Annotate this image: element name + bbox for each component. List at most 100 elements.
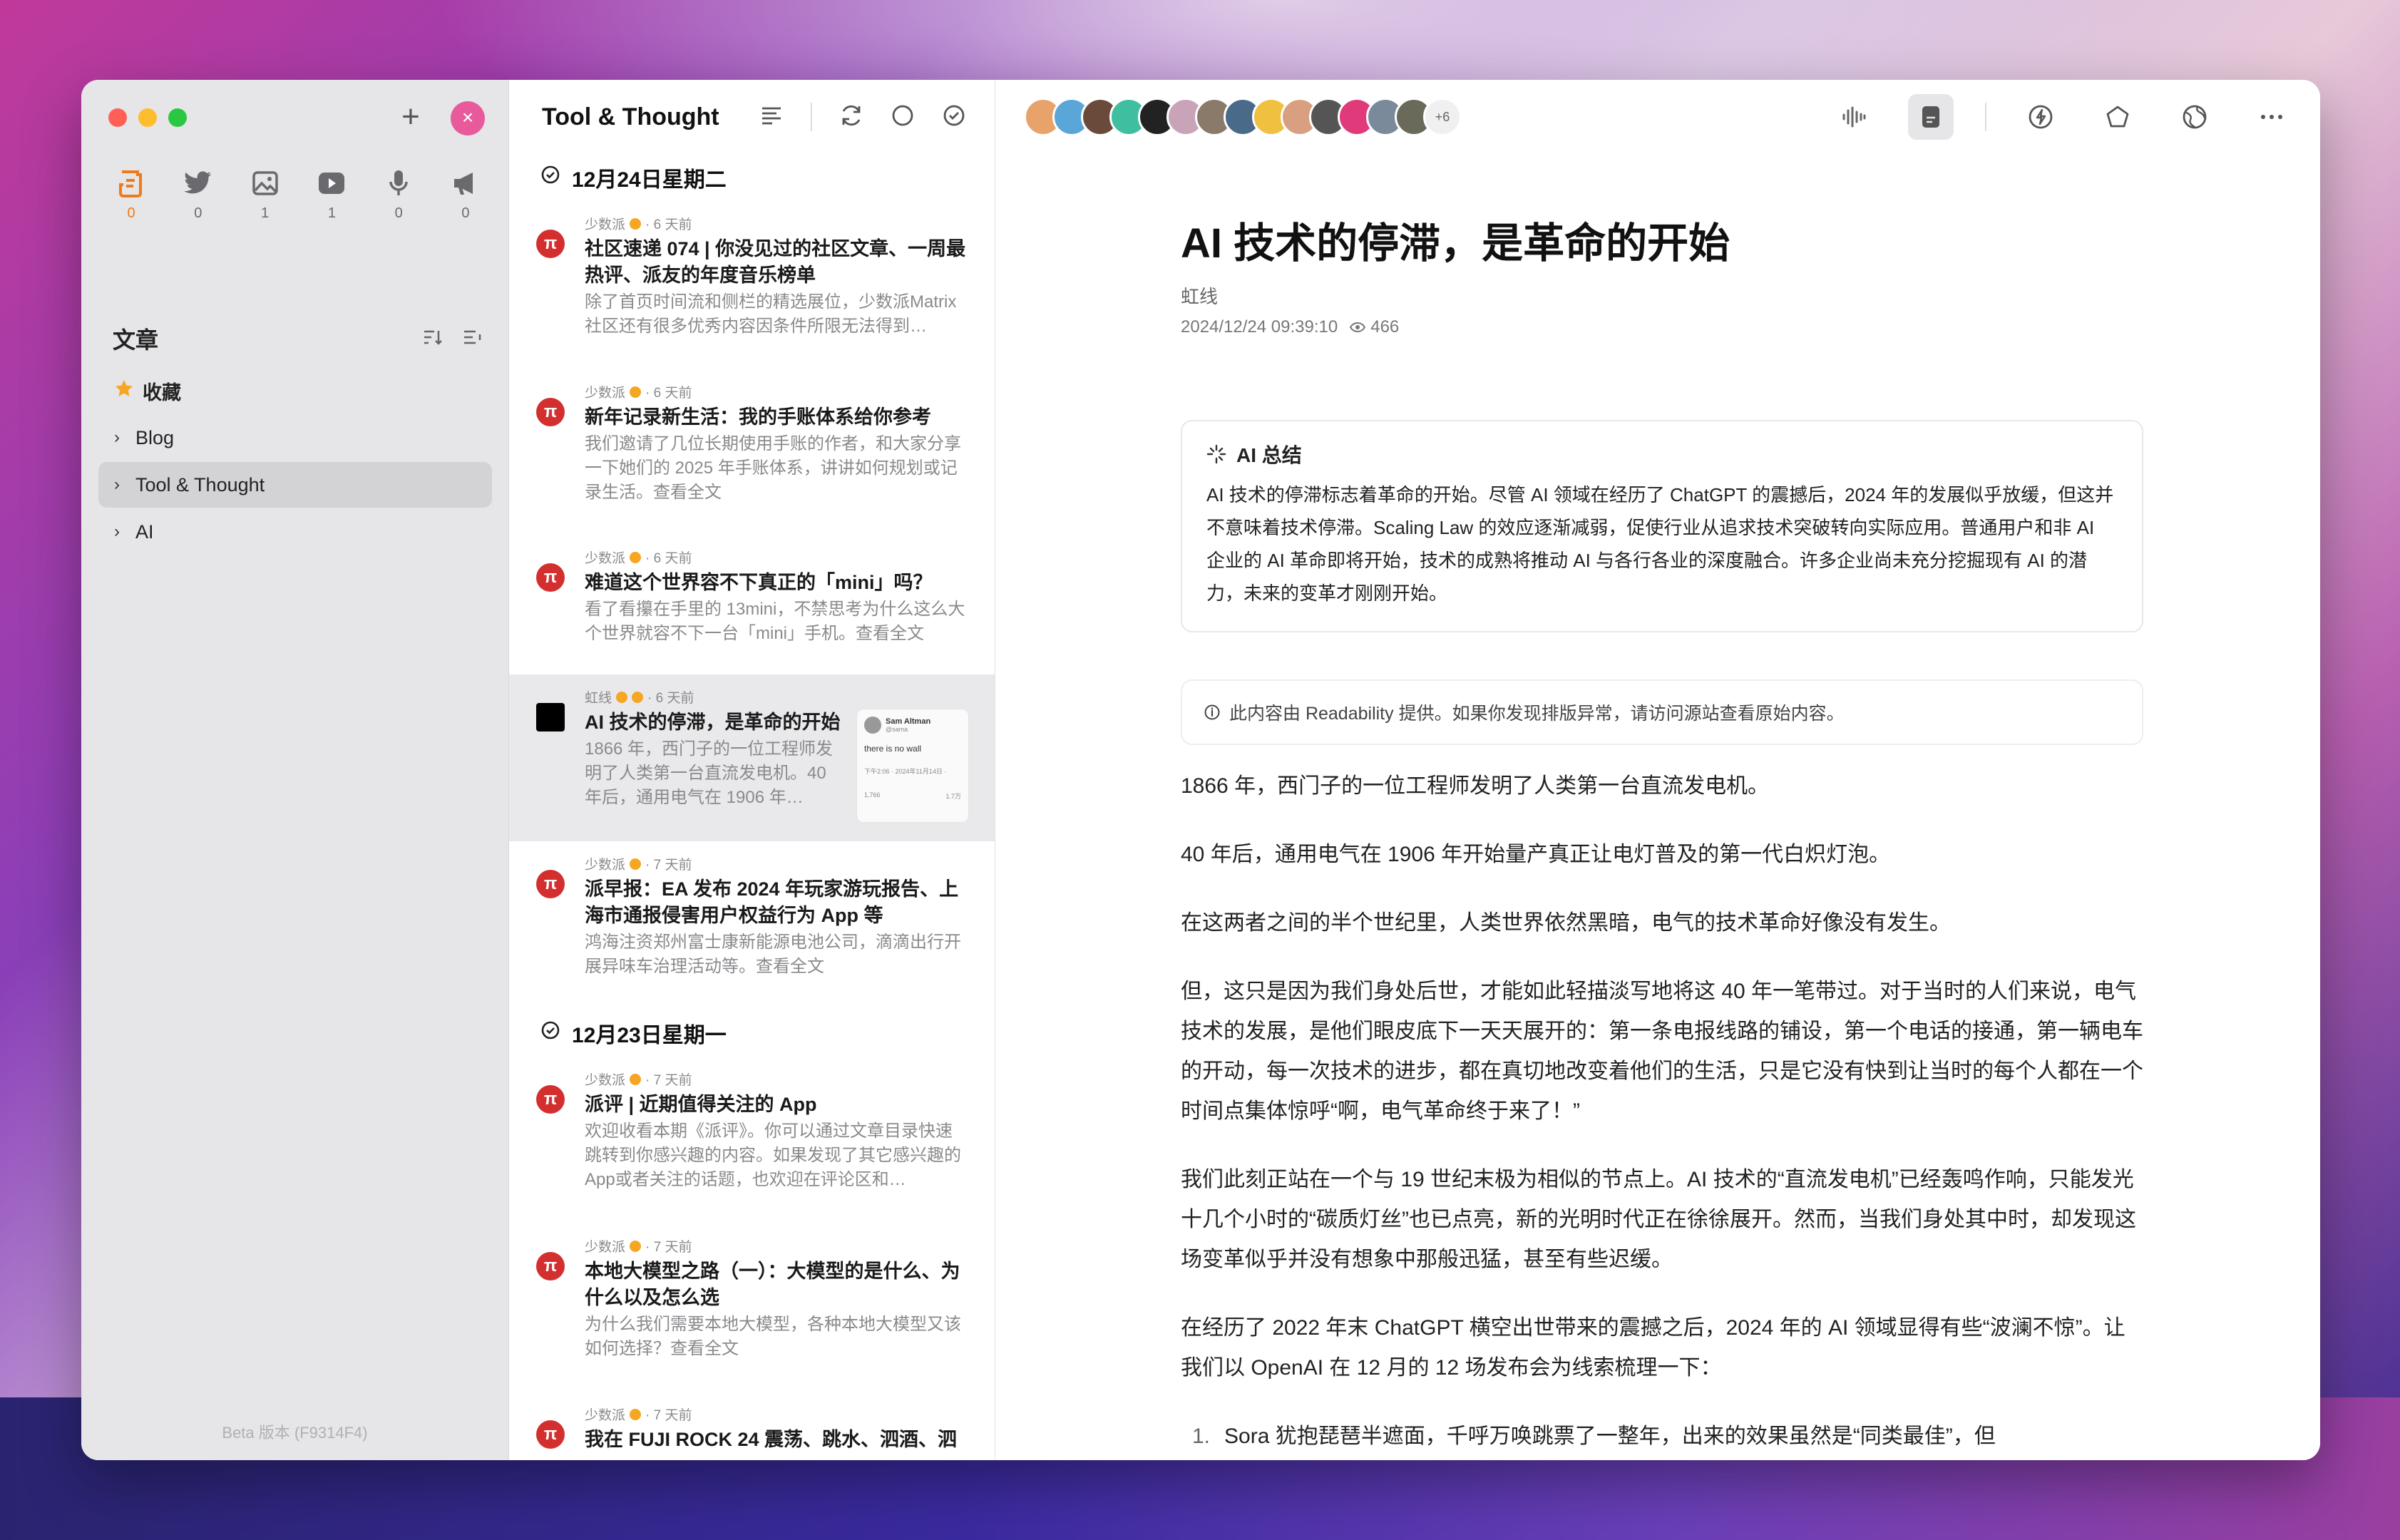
article-time: · 6 天前 bbox=[647, 691, 694, 706]
source-videos[interactable]: 1 bbox=[303, 165, 360, 222]
list-item[interactable]: π 少数派 · 7 天前 我在 FUJI ROCK 24 震荡、跳水、泗酒、泗 bbox=[509, 1392, 995, 1460]
article-heading: AI 技术的停滞，是革命的开始 bbox=[1181, 220, 1730, 267]
source-logo-icon: π bbox=[536, 1420, 565, 1449]
unread-filter-icon[interactable] bbox=[891, 103, 915, 131]
article-summary: 除了首页时间流和侧栏的精选展位，少数派Matrix社区还有很多优秀内容因条件所限… bbox=[585, 292, 957, 336]
close-window-button[interactable] bbox=[108, 108, 127, 127]
article-source: 少数派 bbox=[585, 386, 626, 401]
list-number: 1. bbox=[1192, 1424, 1211, 1448]
badge-icon bbox=[630, 1073, 642, 1085]
announcement-icon bbox=[437, 165, 494, 201]
star-button[interactable] bbox=[2095, 94, 2140, 140]
source-notifications[interactable]: 0 bbox=[437, 165, 494, 222]
article-author[interactable]: 虹线 bbox=[1181, 282, 2143, 309]
article-summary: 欢迎收看本期《派评》。你可以通过文章目录快速跳转到你感兴趣的内容。如果发现了其它… bbox=[585, 1121, 961, 1189]
article-time: · 6 天前 bbox=[645, 217, 692, 232]
source-count: 1 bbox=[261, 205, 270, 221]
sort-icon[interactable] bbox=[423, 329, 443, 349]
source-logo-icon bbox=[536, 703, 565, 732]
thumb-stat: 1,766 bbox=[864, 791, 881, 799]
filter-list-icon[interactable] bbox=[463, 329, 483, 349]
list-item[interactable]: π 少数派 · 7 天前 派早报：EA 发布 2024 年玩家游玩报告、上海市通报… bbox=[509, 841, 995, 1010]
badge-icon bbox=[630, 858, 642, 870]
article-time: · 7 天前 bbox=[645, 1240, 692, 1255]
source-articles[interactable]: 0 bbox=[103, 165, 160, 222]
source-count: 1 bbox=[327, 205, 336, 221]
thumb-handle: @sama bbox=[886, 726, 908, 733]
article-time: · 7 天前 bbox=[645, 1073, 692, 1088]
source-count: 0 bbox=[394, 205, 403, 221]
notice-text: 此内容由 Readability 提供。如果你发现排版异常，请访问源站查看原始内… bbox=[1229, 704, 1845, 724]
list-item: 1. Sora 犹抱琵琶半遮面，千呼万唤跳票了一整年，出来的效果虽然是“同类最佳… bbox=[1181, 1417, 2143, 1457]
minimize-window-button[interactable] bbox=[138, 108, 157, 127]
add-feed-button[interactable]: + bbox=[395, 101, 426, 134]
avatar bbox=[864, 717, 881, 734]
article-summary: 为什么我们需要本地大模型，各种本地大模型又该如何选择？查看全文 bbox=[585, 1315, 961, 1358]
open-in-browser-button[interactable] bbox=[2172, 94, 2217, 140]
list-header: Tool & Thought bbox=[509, 80, 995, 154]
source-podcasts[interactable]: 0 bbox=[370, 165, 427, 222]
article-summary: 鸿海注资郑州富士康新能源电池公司，滴滴出行开展异味车治理活动等。查看全文 bbox=[585, 933, 961, 976]
ai-action-button[interactable] bbox=[2018, 94, 2063, 140]
date-group-header[interactable]: 12月23日星期一 bbox=[509, 1010, 995, 1057]
article-time: · 6 天前 bbox=[645, 386, 692, 401]
article-source: 少数派 bbox=[585, 1073, 626, 1088]
star-icon bbox=[114, 379, 143, 404]
article-list-pane: Tool & Thought 12月24日星期二 π 少数派 · 6 天前 社区… bbox=[509, 80, 995, 1460]
badge-icon bbox=[616, 691, 628, 703]
source-pictures[interactable]: 1 bbox=[237, 165, 294, 222]
waveform-icon bbox=[1842, 106, 1866, 128]
twitter-icon bbox=[170, 165, 227, 201]
article-time: · 7 天前 bbox=[645, 858, 692, 873]
date-group-header[interactable]: 12月24日星期二 bbox=[509, 154, 995, 201]
source-social[interactable]: 0 bbox=[170, 165, 227, 222]
zoom-window-button[interactable] bbox=[168, 108, 187, 127]
article-source: 少数派 bbox=[585, 1408, 626, 1423]
source-logo-icon: π bbox=[536, 398, 565, 426]
sidebar-item-tool-thought[interactable]: › Tool & Thought bbox=[98, 462, 492, 508]
reader-mode-button[interactable] bbox=[1908, 94, 1954, 140]
sidebar-item-blog[interactable]: › Blog bbox=[98, 415, 492, 461]
badge-icon bbox=[630, 217, 642, 230]
ai-summary-title: AI 总结 bbox=[1236, 444, 1302, 466]
badge-icon bbox=[630, 386, 642, 398]
subscriber-avatars[interactable]: +6 bbox=[1024, 98, 1462, 136]
source-count: 0 bbox=[127, 205, 135, 221]
article-content: AI 技术的停滞，是革命的开始 虹线 2024/12/24 09:39:10 4… bbox=[1181, 215, 2143, 1457]
badge-icon bbox=[630, 1408, 642, 1420]
list-item[interactable]: π 少数派 · 7 天前 派评 | 近期值得关注的 App 欢迎收看本期《派评》。… bbox=[509, 1057, 995, 1223]
image-icon bbox=[237, 165, 294, 201]
list-item-text: Sora 犹抱琵琶半遮面，千呼万唤跳票了一整年，出来的效果虽然是“同类最佳”，但 bbox=[1224, 1424, 1996, 1448]
source-count: 0 bbox=[461, 205, 470, 221]
app-window: + × 0 0 1 1 0 0 文章 收藏 › Blog › Tool & Th… bbox=[81, 80, 2320, 1460]
badge-icon bbox=[630, 551, 642, 563]
source-logo-icon: π bbox=[536, 563, 565, 592]
view-mode-icon[interactable] bbox=[761, 106, 784, 129]
refresh-icon[interactable] bbox=[839, 103, 863, 131]
sidebar-item-ai[interactable]: › AI bbox=[98, 509, 492, 555]
article-icon bbox=[103, 165, 160, 201]
list-item[interactable]: π 少数派 · 6 天前 社区速递 074 | 你没见过的社区文章、一周最热评、派… bbox=[509, 201, 995, 369]
article-source: 虹线 bbox=[585, 691, 612, 706]
podcast-icon bbox=[370, 165, 427, 201]
ai-summary-card: AI 总结 AI 技术的停滞标志着革命的开始。尽管 AI 领域在经历了 Chat… bbox=[1181, 420, 2143, 632]
article-title: 派早报：EA 发布 2024 年玩家游玩报告、上海市通报侵害用户权益行为 App… bbox=[585, 878, 959, 926]
audio-wave-button[interactable] bbox=[1831, 94, 1877, 140]
list-item[interactable]: π 少数派 · 7 天前 本地大模型之路（一）：大模型的是什么、为什么以及怎么选 … bbox=[509, 1223, 995, 1392]
thumb-stat: 1.7万 bbox=[945, 793, 961, 800]
source-logo-icon: π bbox=[536, 1085, 565, 1114]
list-item-selected[interactable]: 虹线 · 6 天前 AI 技术的停滞，是革命的开始 1866 年，西门子的一位工程… bbox=[509, 674, 995, 841]
sidebar-item-favorites[interactable]: 收藏 bbox=[98, 368, 492, 414]
more-options-button[interactable] bbox=[2249, 94, 2294, 140]
article-summary: 1866 年，西门子的一位工程师发明了人类第一台直流发电机。40 年后，通用电气… bbox=[585, 739, 834, 807]
sparkle-icon bbox=[1206, 444, 1226, 464]
list-item[interactable]: π 少数派 · 6 天前 难道这个世界容不下真正的「mini」吗？ 看了看攥在手里… bbox=[509, 535, 995, 674]
list-item[interactable]: π 少数派 · 6 天前 新年记录新生活：我的手账体系给你参考 我们邀请了几位长期… bbox=[509, 369, 995, 535]
article-thumbnail: Sam Altman @sama there is no wall 下午2:06… bbox=[856, 709, 969, 823]
mark-all-read-icon[interactable] bbox=[942, 103, 966, 131]
reader-pane: +6 AI 技术的停滞，是革命的开始 虹线 2024/12/24 09:39:1… bbox=[995, 80, 2320, 1460]
article-title: 社区速递 074 | 你没见过的社区文章、一周最热评、派友的年度音乐榜单 bbox=[585, 238, 966, 286]
more-avatars-badge[interactable]: +6 bbox=[1423, 98, 1462, 136]
article-source: 少数派 bbox=[585, 1240, 626, 1255]
profile-avatar[interactable]: × bbox=[451, 101, 485, 135]
